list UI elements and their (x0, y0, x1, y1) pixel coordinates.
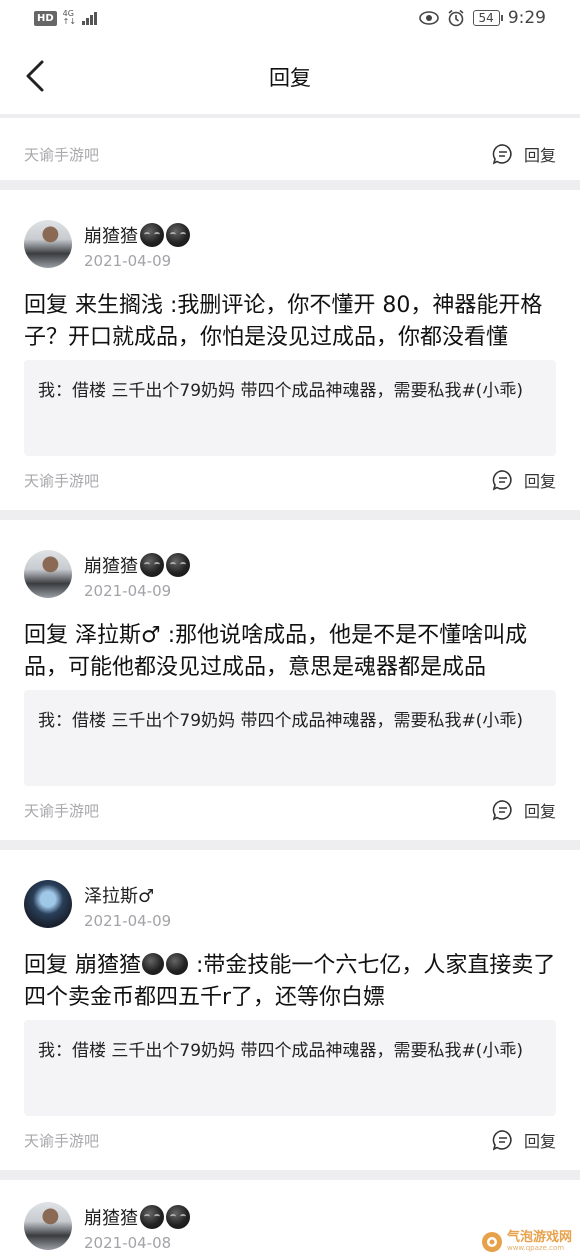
username[interactable]: 崩猹猹 (84, 552, 190, 578)
reply-card: 崩猹猹 2021-04-09 回复 来生搁浅 :我删评论，你不懂开 80，神器能… (0, 190, 580, 510)
network-type: 4G ↑↓ (62, 9, 77, 26)
username[interactable]: 崩猹猹 (84, 222, 190, 248)
post-date: 2021-04-09 (84, 912, 172, 930)
forum-name[interactable]: 天谕手游吧 (24, 470, 99, 491)
forum-name[interactable]: 天谕手游吧 (24, 800, 99, 821)
reply-text[interactable]: 回复 崩猹猹 :带金技能一个六七亿，人家直接卖了四个卖金币都四五千r了，还等你白… (24, 950, 556, 1014)
comment-icon (492, 470, 512, 491)
forum-name[interactable]: 天谕手游吧 (24, 144, 99, 165)
username[interactable]: 泽拉斯♂ (84, 882, 154, 908)
alarm-icon (448, 9, 464, 27)
avatar[interactable] (24, 880, 72, 928)
emoji-icon (142, 953, 164, 975)
reply-button[interactable]: 回复 (492, 142, 556, 166)
reply-card: 泽拉斯♂ 2021-04-09 回复 崩猹猹 :带金技能一个六七亿，人家直接卖了… (0, 850, 580, 1170)
comment-icon (492, 144, 512, 165)
username[interactable]: 崩猹猹 (84, 1204, 190, 1230)
clock: 9:29 (507, 8, 546, 28)
emoji-icon (166, 223, 190, 247)
page-title: 回复 (269, 66, 311, 90)
post-date: 2021-04-09 (84, 582, 172, 600)
hd-badge: HD (34, 10, 57, 26)
forum-name[interactable]: 天谕手游吧 (24, 1130, 99, 1151)
reply-card: 崩猹猹 2021-04-08 气泡游戏网 www.qpaze.com (0, 1180, 580, 1257)
status-bar: HD 4G ↑↓ 54 9:29 (0, 0, 580, 40)
post-date: 2021-04-09 (84, 252, 172, 270)
reply-button[interactable]: 回复 (492, 798, 556, 822)
avatar[interactable] (24, 220, 72, 268)
quoted-post[interactable]: 我：借楼 三千出个79奶妈 带四个成品神魂器，需要私我#(小乖) (24, 1020, 556, 1116)
reply-text[interactable]: 回复 泽拉斯♂ :那他说啥成品，他是不是不懂啥叫成品，可能他都没见过成品，意思是… (24, 620, 556, 684)
signal-icon (82, 11, 98, 25)
emoji-icon (140, 1205, 164, 1229)
reply-button[interactable]: 回复 (492, 1128, 556, 1152)
reply-text[interactable]: 回复 来生搁浅 :我删评论，你不懂开 80，神器能开格子？开口就成品，你怕是没见… (24, 290, 556, 354)
emoji-icon (166, 1205, 190, 1229)
comment-icon (492, 1130, 512, 1151)
watermark: 气泡游戏网 www.qpaze.com (481, 1231, 572, 1253)
eye-icon (418, 11, 439, 25)
avatar[interactable] (24, 1202, 72, 1250)
quoted-post[interactable]: 我：借楼 三千出个79奶妈 带四个成品神魂器，需要私我#(小乖) (24, 690, 556, 786)
reply-card: 天谕手游吧 回复 (0, 118, 580, 180)
emoji-icon (166, 553, 190, 577)
quoted-post[interactable]: 我：借楼 三千出个79奶妈 带四个成品神魂器，需要私我#(小乖) (24, 360, 556, 456)
nav-bar: 回复 (0, 40, 580, 114)
reply-card: 崩猹猹 2021-04-09 回复 泽拉斯♂ :那他说啥成品，他是不是不懂啥叫成… (0, 520, 580, 840)
avatar[interactable] (24, 550, 72, 598)
emoji-icon (166, 953, 188, 975)
watermark-logo-icon (481, 1232, 502, 1252)
battery-icon: 54 (472, 10, 504, 26)
emoji-icon (140, 223, 164, 247)
emoji-icon (140, 553, 164, 577)
post-date: 2021-04-08 (84, 1234, 172, 1252)
reply-button[interactable]: 回复 (492, 468, 556, 492)
comment-icon (492, 800, 512, 821)
